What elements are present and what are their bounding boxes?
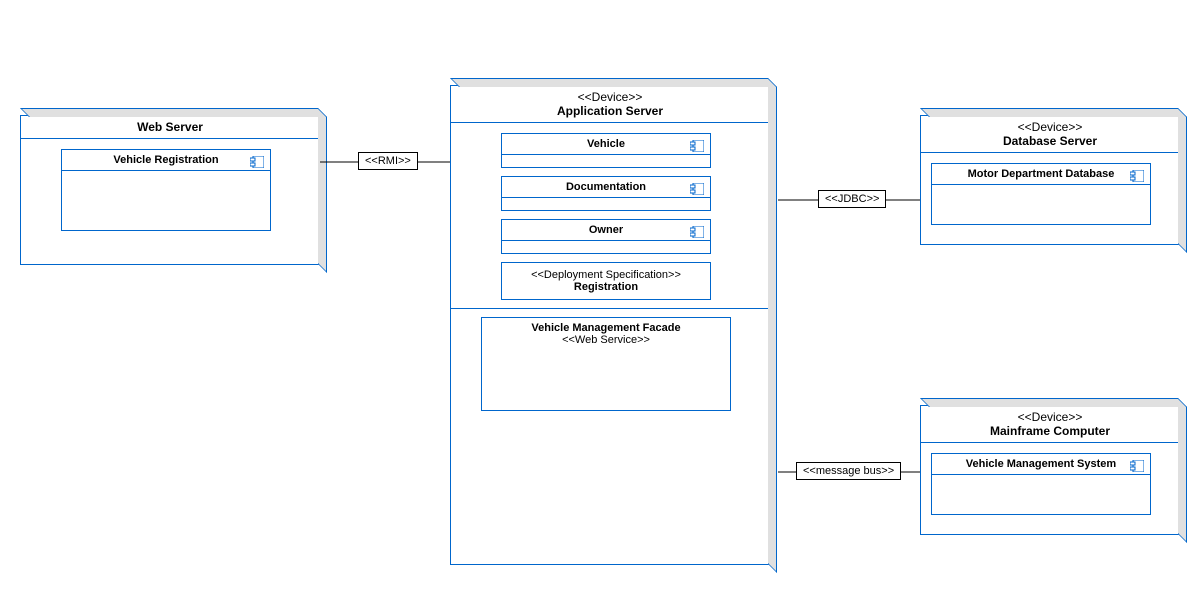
mainframe-body: Vehicle Management System: [921, 443, 1179, 533]
mainframe-title: Mainframe Computer: [990, 424, 1110, 438]
vehicle-artifact[interactable]: Vehicle: [501, 133, 711, 168]
facade-header: Vehicle Management Facade <<Web Service>…: [482, 318, 730, 350]
vehicle-body: [502, 154, 710, 167]
mainframe-stereotype: <<Device>>: [929, 410, 1171, 424]
documentation-label: Documentation: [566, 181, 646, 193]
mainframe-node[interactable]: <<Device>> Mainframe Computer Vehicle Ma…: [920, 405, 1180, 535]
motor-db-body: [932, 184, 1150, 224]
vms-artifact[interactable]: Vehicle Management System: [931, 453, 1151, 515]
vehicle-label: Vehicle: [587, 138, 625, 150]
documentation-header: Documentation: [502, 177, 710, 197]
motor-db-header: Motor Department Database: [932, 164, 1150, 184]
rmi-label: <<RMI>>: [358, 152, 418, 170]
facade-stereotype: <<Web Service>>: [490, 334, 722, 346]
db-server-body: Motor Department Database: [921, 153, 1179, 243]
motor-db-label: Motor Department Database: [968, 168, 1115, 180]
db-server-header: <<Device>> Database Server: [921, 116, 1179, 153]
facade-title: Vehicle Management Facade: [490, 322, 722, 334]
web-server-header: Web Server: [21, 116, 319, 139]
msgbus-label: <<message bus>>: [796, 462, 901, 480]
vehicle-registration-body: [62, 170, 270, 230]
owner-label: Owner: [589, 224, 623, 236]
documentation-body: [502, 197, 710, 210]
web-server-title: Web Server: [137, 120, 203, 134]
vehicle-registration-artifact[interactable]: Vehicle Registration: [61, 149, 271, 231]
owner-artifact[interactable]: Owner: [501, 219, 711, 254]
facade-body: [482, 350, 730, 410]
app-server-body: Vehicle Documentation Owner <<Deployment…: [451, 123, 769, 429]
motor-db-artifact[interactable]: Motor Department Database: [931, 163, 1151, 225]
vehicle-header: Vehicle: [502, 134, 710, 154]
db-server-title: Database Server: [1003, 134, 1097, 148]
vms-header: Vehicle Management System: [932, 454, 1150, 474]
app-server-title: Application Server: [557, 104, 663, 118]
component-icon: [1130, 460, 1144, 472]
registration-spec[interactable]: <<Deployment Specification>> Registratio…: [501, 262, 711, 300]
db-server-node[interactable]: <<Device>> Database Server Motor Departm…: [920, 115, 1180, 245]
component-icon: [1130, 170, 1144, 182]
component-icon: [690, 140, 704, 152]
vehicle-registration-label: Vehicle Registration: [113, 154, 218, 166]
db-server-stereotype: <<Device>>: [929, 120, 1171, 134]
documentation-artifact[interactable]: Documentation: [501, 176, 711, 211]
jdbc-label: <<JDBC>>: [818, 190, 886, 208]
app-server-header: <<Device>> Application Server: [451, 86, 769, 123]
component-icon: [690, 183, 704, 195]
mainframe-header: <<Device>> Mainframe Computer: [921, 406, 1179, 443]
vms-body: [932, 474, 1150, 514]
component-icon: [250, 156, 264, 168]
app-server-node[interactable]: <<Device>> Application Server Vehicle Do…: [450, 85, 770, 565]
registration-spec-stereotype: <<Deployment Specification>>: [508, 269, 704, 281]
vms-label: Vehicle Management System: [966, 458, 1116, 470]
vehicle-registration-header: Vehicle Registration: [62, 150, 270, 170]
owner-body: [502, 240, 710, 253]
facade-artifact[interactable]: Vehicle Management Facade <<Web Service>…: [481, 317, 731, 411]
web-server-body: Vehicle Registration: [21, 139, 319, 249]
section-divider: [451, 308, 769, 309]
owner-header: Owner: [502, 220, 710, 240]
web-server-node[interactable]: Web Server Vehicle Registration: [20, 115, 320, 265]
registration-spec-title: Registration: [508, 281, 704, 293]
app-server-stereotype: <<Device>>: [459, 90, 761, 104]
component-icon: [690, 226, 704, 238]
